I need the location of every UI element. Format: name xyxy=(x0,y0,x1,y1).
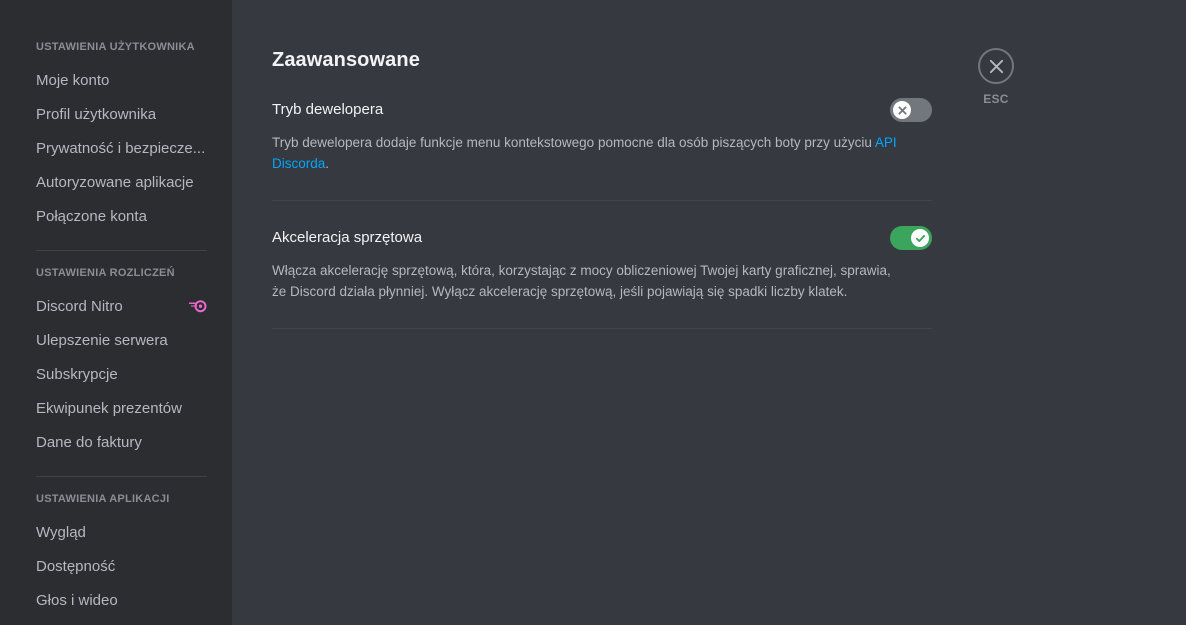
section-divider xyxy=(272,200,932,201)
close-x-icon xyxy=(897,105,907,115)
setting-description: Tryb dewelopera dodaje funkcje menu kont… xyxy=(272,132,902,174)
sidebar-item-autoryzowane-aplikacje[interactable]: Autoryzowane aplikacje xyxy=(36,166,207,200)
sidebar-item-label: Autoryzowane aplikacje xyxy=(36,174,194,191)
sidebar-item-label: Ekwipunek prezentów xyxy=(36,400,182,417)
settings-main-panel: Zaawansowane Tryb dewelopera Tryb dewelo… xyxy=(232,0,1186,625)
page-title: Zaawansowane xyxy=(272,49,420,71)
setting-hardware-acceleration: Akceleracja sprzętowa xyxy=(272,226,932,250)
sidebar-item-label: Głos i wideo xyxy=(36,592,118,609)
sidebar-item-dane-do-faktury[interactable]: Dane do faktury xyxy=(36,426,207,460)
sidebar-item-label: Prywatność i bezpiecze... xyxy=(36,140,206,157)
esc-label: ESC xyxy=(983,92,1009,106)
sidebar-item-label: Dane do faktury xyxy=(36,434,142,451)
toggle-knob xyxy=(893,101,911,119)
sidebar-item-glos-i-wideo[interactable]: Głos i wideo xyxy=(36,584,207,618)
close-x-icon xyxy=(989,59,1003,73)
setting-description-tail: . xyxy=(325,156,330,171)
sidebar-item-wyglad[interactable]: Wygląd xyxy=(36,516,207,550)
sidebar-item-label: Dostępność xyxy=(36,558,116,575)
sidebar-divider xyxy=(36,250,207,251)
sidebar-item-discord-nitro[interactable]: Discord Nitro xyxy=(36,290,207,324)
sidebar-item-label: Wygląd xyxy=(36,524,86,541)
close-circle xyxy=(978,48,1014,84)
sidebar-item-tekst-i-obrazki[interactable]: Tekst i obrazki xyxy=(36,618,207,625)
sidebar-item-label: Discord Nitro xyxy=(36,298,123,315)
nitro-wheel-icon xyxy=(189,300,207,313)
sidebar-divider xyxy=(36,476,207,477)
sidebar-item-label: Subskrypcje xyxy=(36,366,118,383)
settings-sidebar: USTAWIENIA UŻYTKOWNIKA Moje konto Profil… xyxy=(0,0,232,625)
setting-description: Włącza akcelerację sprzętową, która, kor… xyxy=(272,260,902,302)
sidebar-item-label: Ulepszenie serwera xyxy=(36,332,168,349)
sidebar-item-label: Moje konto xyxy=(36,72,110,89)
sidebar-item-ekwipunek-prezentow[interactable]: Ekwipunek prezentów xyxy=(36,392,207,426)
sidebar-item-ulepszenie-serwera[interactable]: Ulepszenie serwera xyxy=(36,324,207,358)
sidebar-item-label: Połączone konta xyxy=(36,208,147,225)
setting-title: Akceleracja sprzętowa xyxy=(272,229,423,246)
section-divider xyxy=(272,328,932,329)
sidebar-item-polaczone-konta[interactable]: Połączone konta xyxy=(36,200,207,234)
setting-title: Tryb dewelopera xyxy=(272,101,384,118)
sidebar-item-dostepnosc[interactable]: Dostępność xyxy=(36,550,207,584)
setting-developer-mode: Tryb dewelopera xyxy=(272,98,932,122)
hardware-acceleration-toggle[interactable] xyxy=(890,226,932,250)
setting-description-text: Tryb dewelopera dodaje funkcje menu kont… xyxy=(272,135,875,150)
toggle-knob xyxy=(911,229,929,247)
sidebar-section-header-billing: USTAWIENIA ROZLICZEŃ xyxy=(36,267,175,279)
sidebar-item-profil-uzytkownika[interactable]: Profil użytkownika xyxy=(36,98,207,132)
setting-description-text: Włącza akcelerację sprzętową, która, kor… xyxy=(272,263,891,299)
sidebar-item-moje-konto[interactable]: Moje konto xyxy=(36,64,207,98)
sidebar-section-header-user: USTAWIENIA UŻYTKOWNIKA xyxy=(36,41,195,53)
sidebar-section-header-app: USTAWIENIA APLIKACJI xyxy=(36,493,170,505)
developer-mode-toggle[interactable] xyxy=(890,98,932,122)
sidebar-item-subskrypcje[interactable]: Subskrypcje xyxy=(36,358,207,392)
checkmark-icon xyxy=(915,234,925,242)
settings-window: USTAWIENIA UŻYTKOWNIKA Moje konto Profil… xyxy=(0,0,1186,625)
close-settings-button[interactable]: ESC xyxy=(966,48,1026,106)
sidebar-item-prywatnosc-i-bezpieczenstwo[interactable]: Prywatność i bezpiecze... xyxy=(36,132,207,166)
sidebar-item-label: Profil użytkownika xyxy=(36,106,157,123)
